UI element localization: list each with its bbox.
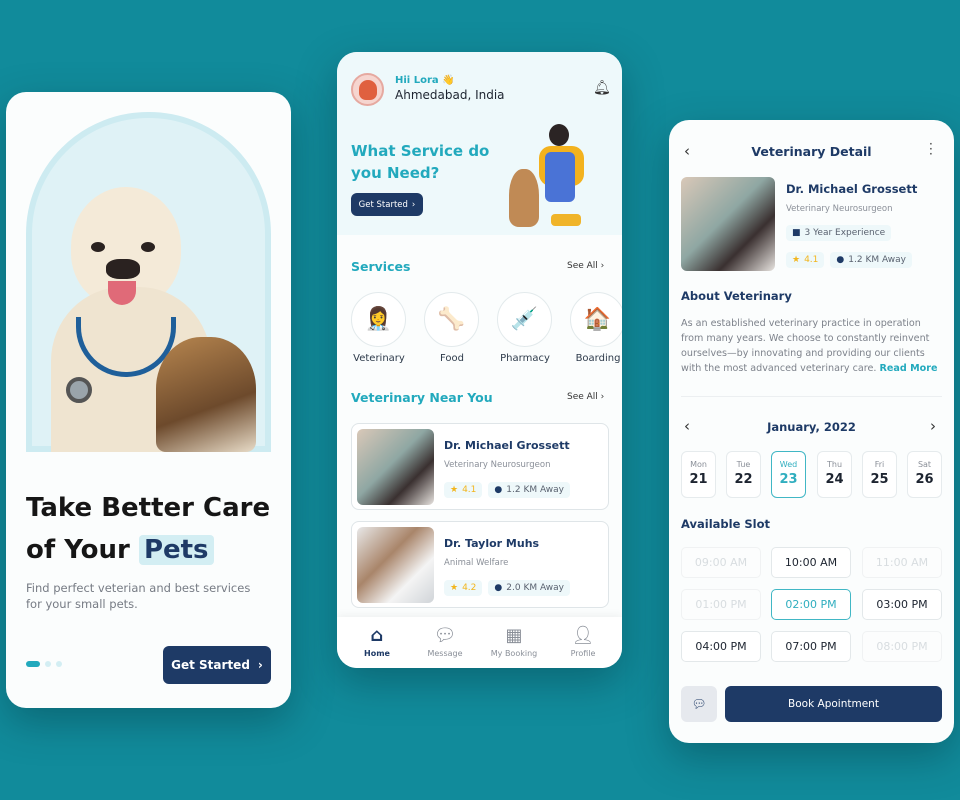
onboarding-subtitle: Find perfect veterian and best services … [26, 581, 251, 611]
date-mon-21[interactable]: Mon 21 [681, 451, 716, 498]
service-boarding[interactable]: 🏠 Boarding [570, 292, 622, 364]
about-title: About Veterinary [681, 289, 792, 303]
page-dot[interactable] [45, 661, 51, 667]
chevron-right-icon: › [257, 658, 263, 672]
date-tue-22[interactable]: Tue 22 [726, 451, 761, 498]
location-pin-icon: ● [494, 485, 503, 495]
star-icon: ★ [450, 485, 459, 495]
service-pharmacy[interactable]: 💉 Pharmacy [497, 292, 560, 364]
greeting: Hii Lora [395, 75, 439, 86]
doctor-photo [357, 429, 434, 505]
nav-home[interactable]: ⌂ Home [342, 625, 412, 658]
doctor-photo [681, 177, 775, 271]
page-dot-active[interactable] [26, 661, 40, 667]
star-icon: ★ [792, 255, 801, 265]
briefcase-icon: ■ [792, 228, 801, 238]
home-screen: Hii Lora 👋 Ahmedabad, India 🔔︎ What Serv… [337, 52, 622, 668]
girl-with-dog-illustration [509, 124, 597, 229]
distance: 1.2 KM Away [848, 255, 906, 265]
date-fri-25[interactable]: Fri 25 [862, 451, 897, 498]
doctor-name: Dr. Taylor Muhs [444, 537, 540, 550]
services-see-all[interactable]: See All › [567, 261, 604, 271]
page-dot[interactable] [56, 661, 62, 667]
doctor-specialty: Veterinary Neurosurgeon [444, 460, 551, 470]
next-month-icon[interactable]: › [930, 417, 936, 435]
slot[interactable]: 07:00 PM [771, 631, 851, 662]
nav-message[interactable]: 💬︎ Message [410, 625, 480, 658]
doctor-specialty: Animal Welfare [444, 558, 509, 568]
read-more-link[interactable]: Read More [880, 363, 938, 374]
bottom-nav: ⌂ Home 💬︎ Message ▦ My Booking 👤︎ Profile [337, 617, 622, 668]
nav-profile[interactable]: 👤︎ Profile [548, 625, 618, 658]
location: Ahmedabad, India [395, 88, 505, 102]
hero-get-started-button[interactable]: Get Started › [351, 193, 423, 216]
location-pin-icon: ● [836, 255, 845, 265]
services-title: Services [351, 259, 411, 274]
avatar[interactable] [351, 73, 384, 106]
detail-title: Veterinary Detail [751, 144, 872, 159]
chat-button[interactable]: 💬︎ [681, 686, 717, 722]
rating: 4.1 [462, 485, 477, 495]
slot[interactable]: 10:00 AM [771, 547, 851, 578]
slot: 09:00 AM [681, 547, 761, 578]
star-icon: ★ [450, 583, 459, 593]
doctor-specialty: Veterinary Neurosurgeon [786, 204, 893, 214]
experience-badge: ■ 3 Year Experience [786, 225, 892, 241]
pharmacy-icon: 💉 [497, 292, 552, 347]
home-icon: ⌂ [370, 625, 384, 646]
pet-house-icon: 🏠 [570, 292, 622, 347]
doctor-card[interactable]: Dr. Taylor Muhs Animal Welfare ★ 4.2 ● 2.0… [351, 521, 609, 608]
more-options-icon[interactable]: · · · [929, 138, 933, 160]
location-pin-icon: ● [494, 583, 503, 593]
divider [681, 396, 942, 397]
service-food[interactable]: 🦴 Food [424, 292, 487, 364]
wave-emoji: 👋 [442, 75, 455, 86]
doctor-name: Dr. Michael Grossett [444, 439, 570, 452]
services-list: 👩‍⚕️ Veterinary 🦴 Food 💉 Pharmacy 🏠 Boarding… [351, 292, 622, 364]
slot: 01:00 PM [681, 589, 761, 620]
date-thu-24[interactable]: Thu 24 [817, 451, 852, 498]
dog-cat-image [46, 187, 261, 452]
month-label: January, 2022 [767, 420, 856, 434]
chat-icon: 💬︎ [691, 697, 707, 711]
onboarding-title: Take Better Care of Your Pets [26, 493, 271, 565]
slot: 11:00 AM [862, 547, 942, 578]
distance: 2.0 KM Away [506, 583, 564, 593]
title-highlight: Pets [138, 535, 214, 565]
profile-icon: 👤︎ [571, 625, 595, 646]
chevron-right-icon: › [411, 199, 416, 210]
food-bowl-icon: 🦴 [424, 292, 479, 347]
rating: 4.2 [462, 583, 477, 593]
doctor-name: Dr. Michael Grossett [786, 182, 918, 196]
vet-icon: 👩‍⚕️ [351, 292, 406, 347]
hero-title: What Service do you Need? [351, 142, 490, 182]
near-title: Veterinary Near You [351, 390, 493, 405]
doctor-card[interactable]: Dr. Michael Grossett Veterinary Neurosur… [351, 423, 609, 510]
distance: 1.2 KM Away [506, 485, 564, 495]
doctor-photo [357, 527, 434, 603]
slot[interactable]: 04:00 PM [681, 631, 761, 662]
near-see-all[interactable]: See All › [567, 392, 604, 402]
date-wed-23[interactable]: Wed 23 [771, 451, 806, 498]
rating: 4.1 [804, 255, 819, 265]
nav-my-booking[interactable]: ▦ My Booking [479, 625, 549, 658]
about-text: As an established veterinary practice in… [681, 318, 938, 374]
onboarding-screen: Take Better Care of Your Pets Find perfe… [6, 92, 291, 708]
book-appointment-button[interactable]: Book Apointment [725, 686, 942, 722]
service-veterinary[interactable]: 👩‍⚕️ Veterinary [351, 292, 414, 364]
slot[interactable]: 03:00 PM [862, 589, 942, 620]
detail-screen: ‹ Veterinary Detail · · · Dr. Michael Gros… [669, 120, 954, 743]
get-started-button[interactable]: Get Started › [163, 646, 271, 684]
slots-title: Available Slot [681, 517, 770, 531]
message-icon: 💬︎ [433, 625, 457, 646]
slot: 08:00 PM [862, 631, 942, 662]
slot-selected[interactable]: 02:00 PM [771, 589, 851, 620]
date-sat-26[interactable]: Sat 26 [907, 451, 942, 498]
bell-icon[interactable]: 🔔︎ [593, 80, 611, 96]
page-indicator [26, 661, 62, 667]
calendar-icon: ▦ [505, 625, 523, 646]
